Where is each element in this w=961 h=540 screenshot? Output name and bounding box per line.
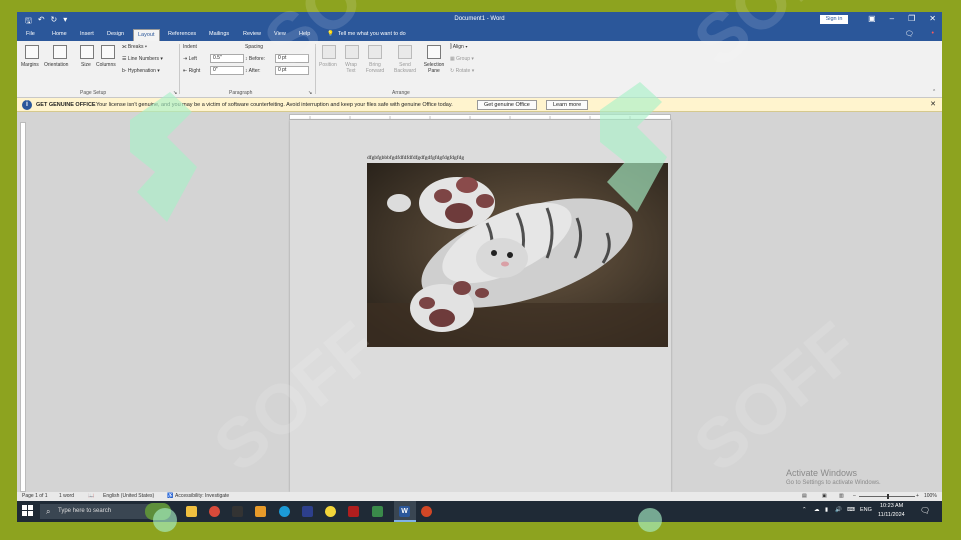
watermark-logo-overlay: SOFF SOFF SO SOF xyxy=(130,0,873,532)
watermark-soft-text-right: SOFF xyxy=(680,307,873,487)
watermark-logo-right xyxy=(600,82,667,212)
watermark-soft-text-top-right: SOF xyxy=(680,0,840,81)
watermark-soft-text-top-left: SO xyxy=(250,0,378,81)
watermark-fragment-bottom-left xyxy=(153,508,177,532)
watermark-soft-text-left: SOFF xyxy=(200,307,393,487)
watermark-fragment-bottom-right xyxy=(638,508,662,532)
watermark-logo-left xyxy=(130,92,197,222)
